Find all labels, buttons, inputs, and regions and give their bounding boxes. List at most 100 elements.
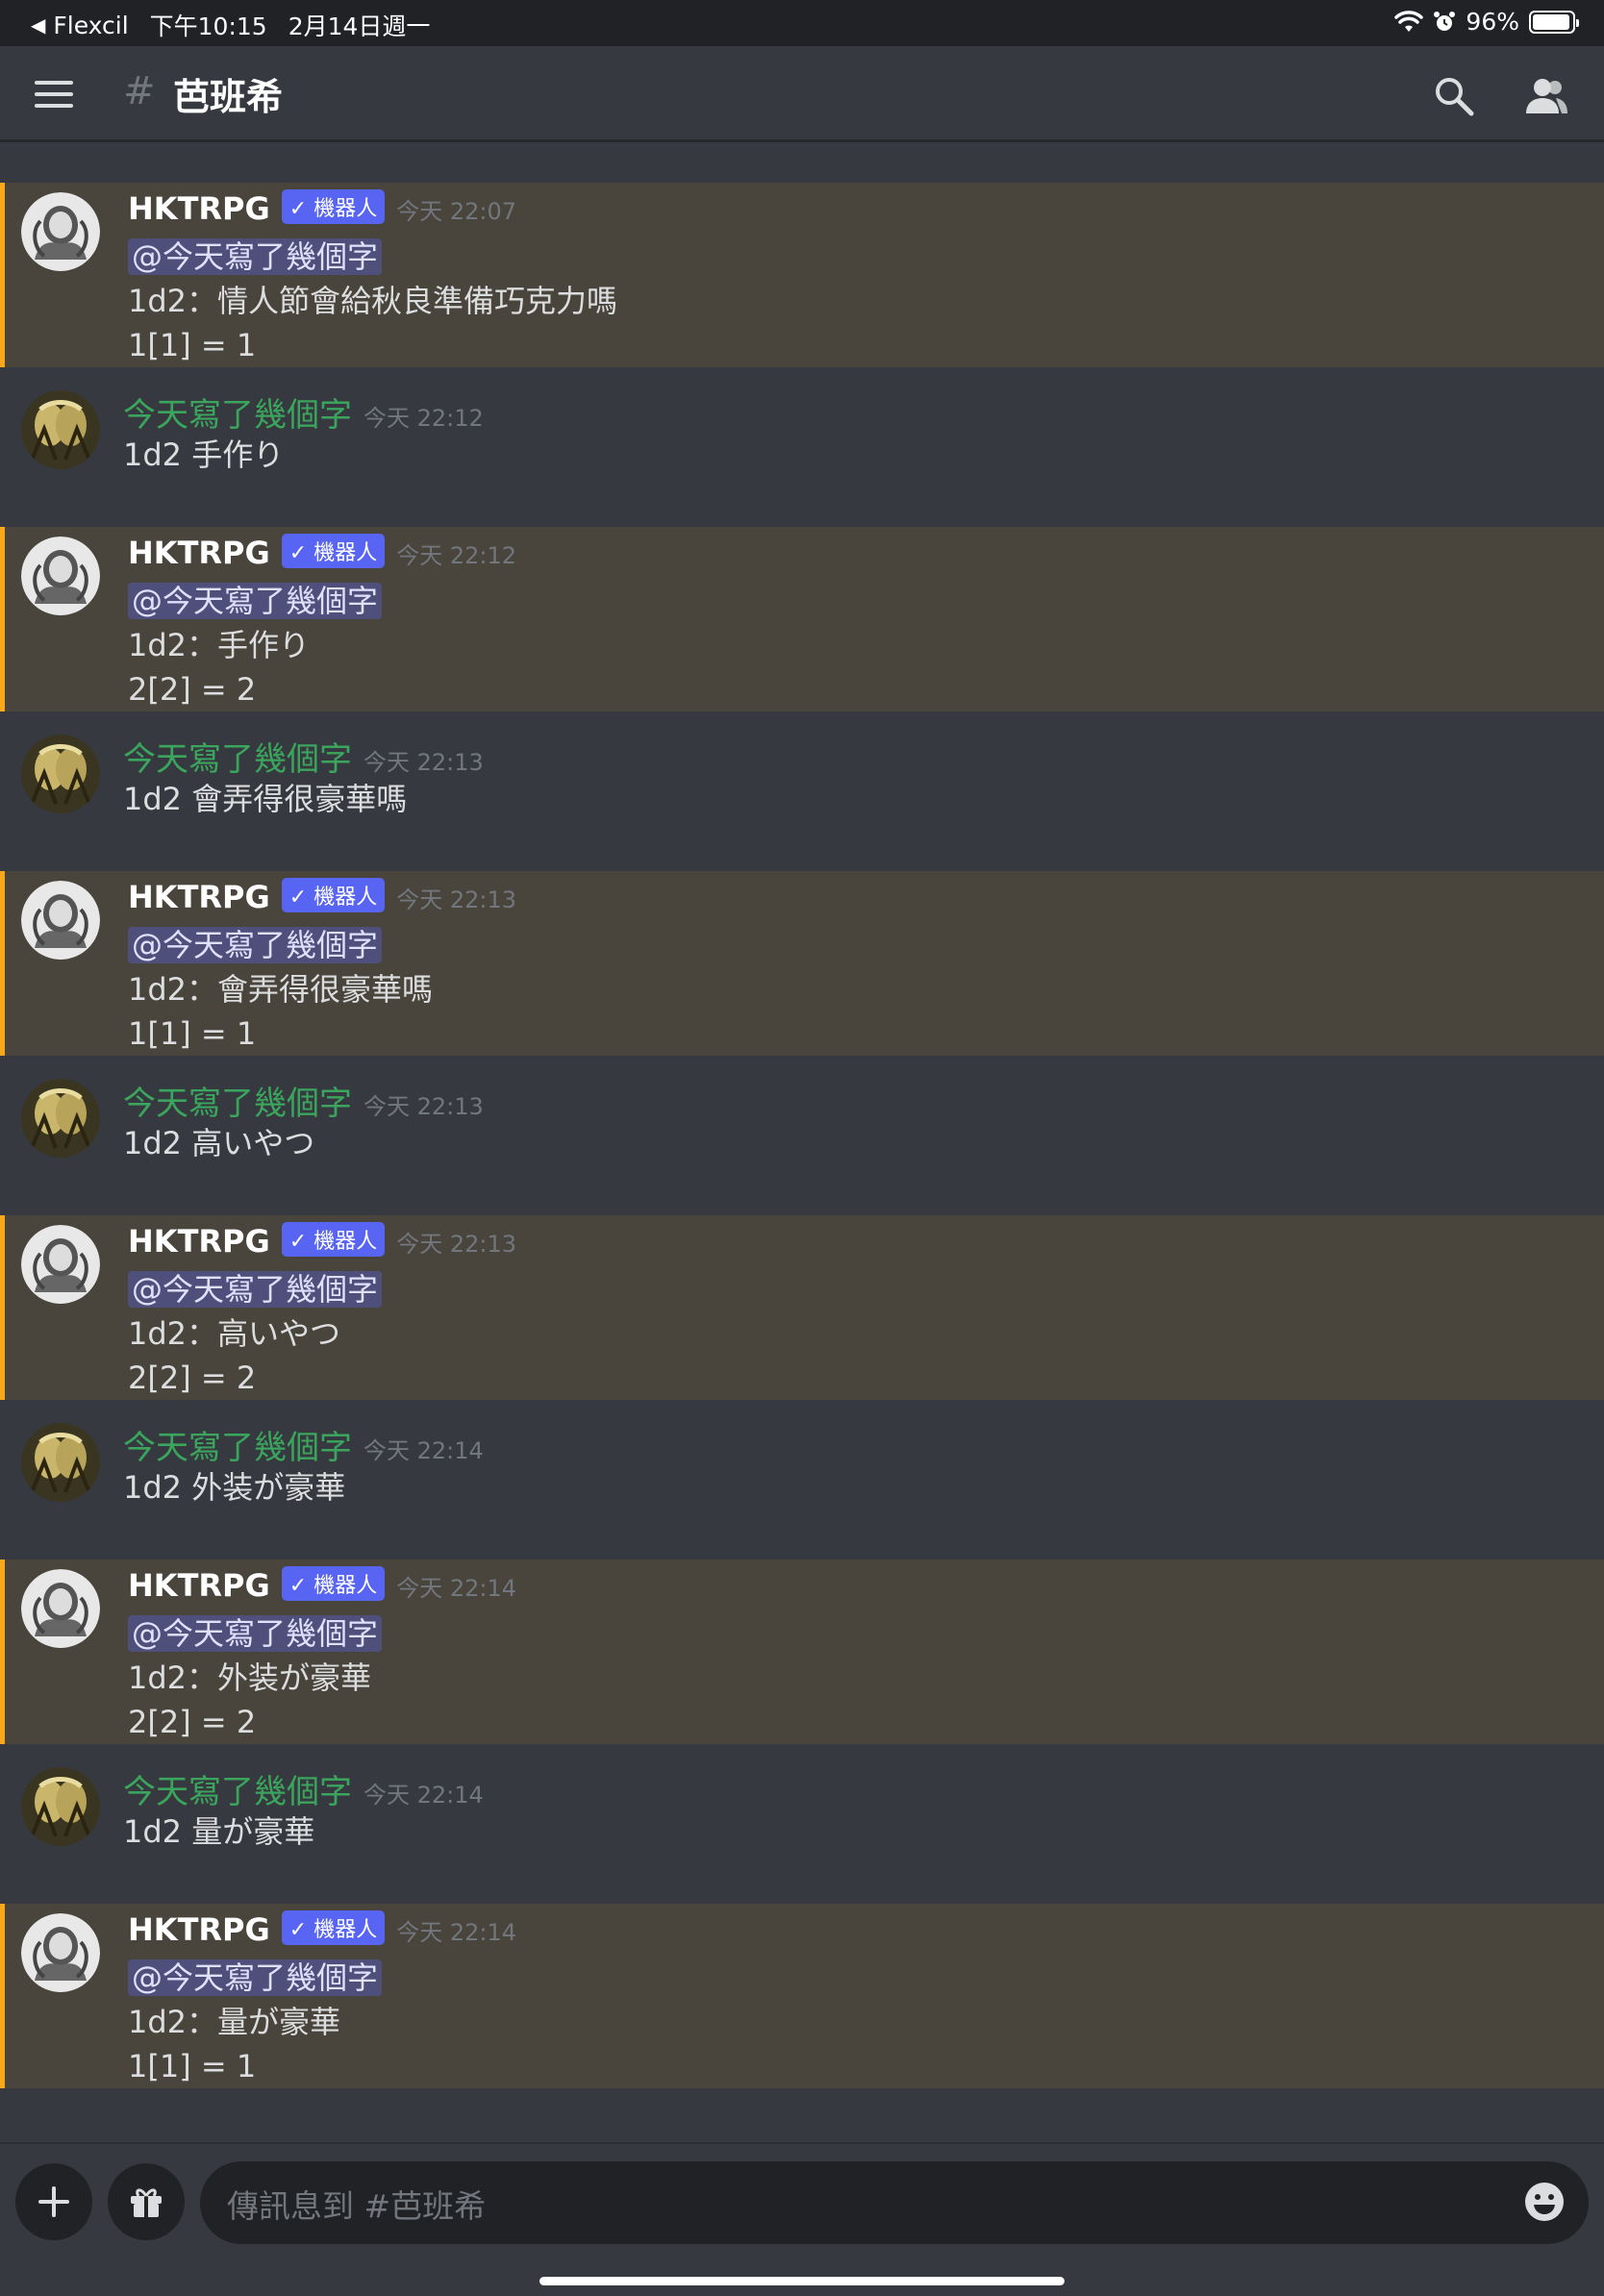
message-text: 2[2] = 2 (128, 1704, 257, 1740)
message-timestamp: 今天 22:12 (396, 542, 516, 569)
avatar[interactable] (21, 1913, 100, 1992)
gift-icon (131, 2188, 162, 2217)
username[interactable]: 今天寫了幾個字 (123, 1765, 352, 1812)
status-bar: ◀ Flexcil 下午10:15 2月14日週一 96% (0, 0, 1604, 46)
battery-fill (1533, 13, 1570, 30)
username[interactable]: 今天寫了幾個字 (123, 1421, 352, 1468)
battery-icon (1529, 10, 1579, 34)
user-mention[interactable]: @今天寫了幾個字 (128, 927, 383, 963)
alarm-icon (1434, 11, 1456, 31)
gift-button[interactable] (108, 2163, 185, 2240)
message-header: HKTRPG ✓ 機器人 今天 22:07 (128, 189, 1604, 235)
back-arrow-icon[interactable]: ◀ (31, 13, 45, 37)
username[interactable]: HKTRPG (128, 879, 270, 915)
user-mention[interactable]: @今天寫了幾個字 (128, 1959, 383, 1996)
emoji-icon[interactable] (1523, 2181, 1566, 2223)
user-mention[interactable]: @今天寫了幾個字 (128, 583, 383, 619)
user-message[interactable]: 今天寫了幾個字 今天 22:14 1d2 量が豪華 (0, 1744, 1604, 1904)
status-time: 下午10:15 (149, 12, 267, 40)
message-composer: 傳訊息到 #芭班希 (0, 2142, 1604, 2296)
message-text: 1[1] = 1 (128, 1015, 257, 1052)
bot-message[interactable]: HKTRPG ✓ 機器人 今天 22:14 @今天寫了幾個字 1d2：量が豪華 1[1] … (0, 1904, 1604, 2088)
message-text: 2[2] = 2 (128, 1360, 257, 1396)
user-message[interactable]: 今天寫了幾個字 今天 22:14 1d2 外装が豪華 (0, 1400, 1604, 1560)
message-header: 今天寫了幾個字 今天 22:14 (123, 1421, 1604, 1468)
message-text: 1d2 量が豪華 (123, 1813, 315, 1850)
avatar[interactable] (21, 1079, 100, 1158)
message-header: HKTRPG ✓ 機器人 今天 22:13 (128, 878, 1604, 923)
message-timestamp: 今天 22:14 (396, 1575, 516, 1602)
message-timestamp: 今天 22:13 (396, 1231, 516, 1258)
message-line: @今天寫了幾個字 (128, 1956, 1604, 2000)
hamburger-menu-icon[interactable] (35, 81, 73, 110)
battery-percent: 96% (1466, 8, 1519, 36)
message-line: @今天寫了幾個字 (128, 579, 1604, 623)
bot-message[interactable]: HKTRPG ✓ 機器人 今天 22:07 @今天寫了幾個字 1d2：情人節會給秋良準備… (0, 183, 1604, 367)
search-icon[interactable] (1431, 73, 1477, 119)
user-mention[interactable]: @今天寫了幾個字 (128, 1271, 383, 1308)
avatar[interactable] (21, 537, 100, 615)
message-header: HKTRPG ✓ 機器人 今天 22:14 (128, 1910, 1604, 1956)
message-header: HKTRPG ✓ 機器人 今天 22:14 (128, 1566, 1604, 1611)
members-icon[interactable] (1523, 73, 1569, 119)
user-mention[interactable]: @今天寫了幾個字 (128, 1615, 383, 1652)
user-mention[interactable]: @今天寫了幾個字 (128, 238, 383, 275)
home-indicator[interactable] (539, 2277, 1065, 2285)
message-text: 1d2 手作り (123, 437, 285, 473)
avatar[interactable] (21, 1423, 100, 1502)
message-text: 1d2：量が豪華 (128, 2004, 341, 2040)
message-input-placeholder: 傳訊息到 #芭班希 (227, 2187, 487, 2225)
message-line: @今天寫了幾個字 (128, 923, 1604, 967)
message-line: @今天寫了幾個字 (128, 1267, 1604, 1311)
username[interactable]: HKTRPG (128, 1223, 270, 1260)
avatar[interactable] (21, 1569, 100, 1648)
username[interactable]: HKTRPG (128, 1911, 270, 1948)
bot-message[interactable]: HKTRPG ✓ 機器人 今天 22:12 @今天寫了幾個字 1d2：手作り 2[2] =… (0, 527, 1604, 711)
channel-header: # 芭班希 (0, 46, 1604, 142)
username[interactable]: 今天寫了幾個字 (123, 733, 352, 780)
message-text: 2[2] = 2 (128, 671, 257, 708)
hash-icon: # (123, 69, 156, 113)
avatar[interactable] (21, 881, 100, 960)
message-input[interactable]: 傳訊息到 #芭班希 (200, 2161, 1589, 2244)
message-timestamp: 今天 22:13 (363, 749, 484, 776)
user-message[interactable]: 今天寫了幾個字 今天 22:13 1d2 高いやつ (0, 1056, 1604, 1215)
message-list[interactable]: HKTRPG ✓ 機器人 今天 22:07 @今天寫了幾個字 1d2：情人節會給秋良準備… (0, 183, 1604, 2088)
user-message[interactable]: 今天寫了幾個字 今天 22:13 1d2 會弄得很豪華嗎 (0, 711, 1604, 871)
status-bar-right: 96% (1394, 8, 1579, 36)
message-text: 1d2：手作り (128, 627, 311, 663)
avatar[interactable] (21, 390, 100, 469)
bot-badge: ✓ 機器人 (281, 534, 386, 568)
user-message[interactable]: 今天寫了幾個字 今天 22:12 1d2 手作り (0, 367, 1604, 527)
bot-message[interactable]: HKTRPG ✓ 機器人 今天 22:13 @今天寫了幾個字 1d2：高いやつ 2[2] … (0, 1215, 1604, 1400)
message-timestamp: 今天 22:13 (363, 1093, 484, 1120)
message-text: 1[1] = 1 (128, 327, 257, 363)
avatar[interactable] (21, 192, 100, 271)
plus-icon (38, 2186, 69, 2217)
avatar[interactable] (21, 1225, 100, 1304)
message-text: 1d2：會弄得很豪華嗎 (128, 971, 434, 1008)
message-line: @今天寫了幾個字 (128, 235, 1604, 279)
username[interactable]: HKTRPG (128, 1567, 270, 1604)
message-header: HKTRPG ✓ 機器人 今天 22:12 (128, 534, 1604, 579)
message-header: 今天寫了幾個字 今天 22:13 (123, 733, 1604, 780)
username[interactable]: 今天寫了幾個字 (123, 388, 352, 436)
message-header: 今天寫了幾個字 今天 22:13 (123, 1077, 1604, 1124)
message-text: 1d2：情人節會給秋良準備巧克力嗎 (128, 283, 618, 319)
bot-message[interactable]: HKTRPG ✓ 機器人 今天 22:13 @今天寫了幾個字 1d2：會弄得很豪華嗎 1[… (0, 871, 1604, 1056)
avatar[interactable] (21, 735, 100, 813)
username[interactable]: HKTRPG (128, 535, 270, 571)
avatar[interactable] (21, 1767, 100, 1846)
back-app-label[interactable]: Flexcil (53, 12, 128, 39)
wifi-icon (1394, 10, 1424, 32)
bot-badge: ✓ 機器人 (281, 1222, 386, 1257)
message-header: 今天寫了幾個字 今天 22:12 (123, 388, 1604, 436)
message-header: HKTRPG ✓ 機器人 今天 22:13 (128, 1222, 1604, 1267)
username[interactable]: 今天寫了幾個字 (123, 1077, 352, 1124)
bot-message[interactable]: HKTRPG ✓ 機器人 今天 22:14 @今天寫了幾個字 1d2：外装が豪華 2[2]… (0, 1560, 1604, 1744)
message-timestamp: 今天 22:14 (396, 1919, 516, 1946)
message-line: @今天寫了幾個字 (128, 1611, 1604, 1656)
username[interactable]: HKTRPG (128, 190, 270, 227)
add-attachment-button[interactable] (15, 2163, 92, 2240)
message-timestamp: 今天 22:14 (363, 1437, 484, 1464)
